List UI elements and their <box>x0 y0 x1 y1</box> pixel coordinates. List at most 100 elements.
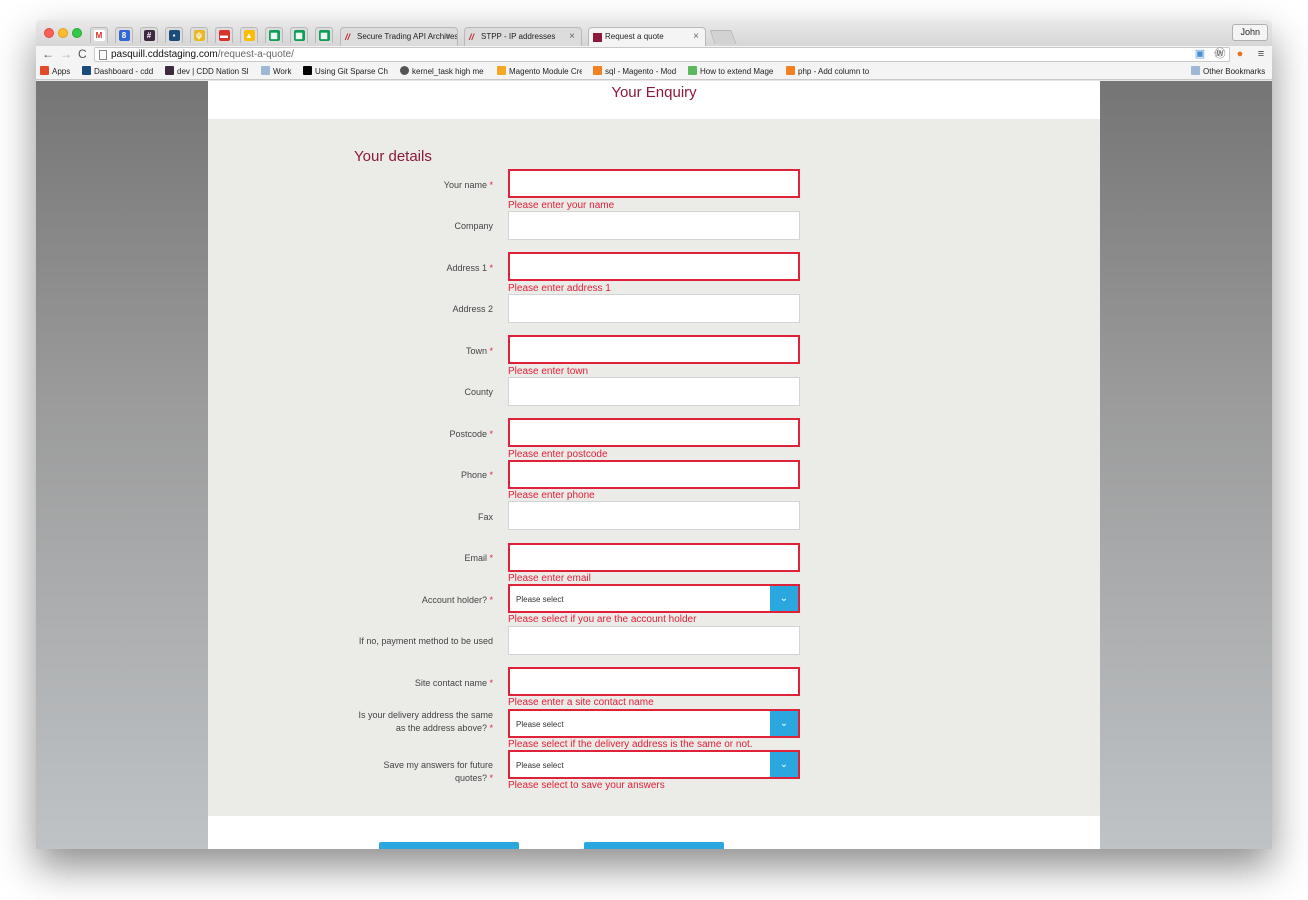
back-icon[interactable]: ← <box>42 47 54 61</box>
close-tab-icon[interactable]: × <box>569 31 575 42</box>
browser-toolbar: ← → C pasquill.cddstaging.com/request-a-… <box>36 46 1272 63</box>
folder-icon <box>261 66 270 75</box>
label-text: Phone <box>460 470 487 480</box>
required-marker: * <box>489 263 493 273</box>
close-tab-icon[interactable]: × <box>445 31 451 42</box>
profile-button[interactable]: John <box>1232 24 1268 41</box>
pinned-tab-sheets-3[interactable]: ▦ <box>315 27 333 43</box>
email-label: Email * <box>464 552 493 565</box>
bookmark-work[interactable]: Work <box>261 66 292 76</box>
label-text: Email <box>464 553 487 563</box>
tab-stpp[interactable]: // STPP - IP addresses × <box>464 27 582 46</box>
phone-label: Phone * <box>461 469 493 482</box>
email-input[interactable] <box>508 543 800 572</box>
bookmark-sql-magento[interactable]: sql - Magento - Mod <box>593 66 678 76</box>
payment-method-label: If no, payment method to be used <box>358 636 493 646</box>
new-tab-button[interactable] <box>709 30 737 44</box>
bookmark-label: How to extend Mage <box>700 67 774 76</box>
delivery-same-label: Is your delivery address the same as the … <box>358 709 493 735</box>
pinned-tab-gmail[interactable]: M <box>90 27 108 43</box>
save-answers-label: Save my answers for future quotes? * <box>383 759 493 785</box>
bookmark-magento-module[interactable]: Magento Module Cre <box>497 66 582 76</box>
stackoverflow-icon <box>593 66 602 75</box>
fax-input[interactable] <box>508 501 800 530</box>
required-marker: * <box>489 346 493 356</box>
save-answers-select[interactable]: Please select ⌄ <box>508 750 800 779</box>
bookmark-label: kernel_task high me <box>412 67 484 76</box>
company-input[interactable] <box>508 211 800 240</box>
name-label: Your name * <box>444 179 493 192</box>
select-value: Please select <box>516 720 564 729</box>
phone-input[interactable] <box>508 460 800 489</box>
bookmark-other[interactable]: Other Bookmarks <box>1191 66 1265 76</box>
pinned-tab-sheets-2[interactable]: ▦ <box>290 27 308 43</box>
bookmark-extend-magento[interactable]: How to extend Mage <box>688 66 774 76</box>
url-path: /request-a-quote/ <box>217 49 294 60</box>
tab-title: Secure Trading API Archives <box>357 32 458 41</box>
stackoverflow-icon <box>786 66 795 75</box>
menu-icon[interactable]: ≡ <box>1254 47 1268 61</box>
reload-icon[interactable]: C <box>78 47 87 61</box>
county-input[interactable] <box>508 377 800 406</box>
label-text: Town <box>465 346 487 356</box>
site-favicon <box>593 33 602 42</box>
pinned-tab-app[interactable]: ψ <box>190 27 208 43</box>
tab-title: STPP - IP addresses <box>481 32 556 41</box>
bookmark-kernel-task[interactable]: kernel_task high me <box>400 66 488 76</box>
red-app-icon: ▬ <box>218 30 230 41</box>
required-marker: * <box>489 723 493 733</box>
delivery-same-select[interactable]: Please select ⌄ <box>508 709 800 738</box>
bookmark-git-sparse[interactable]: Using Git Sparse Ch <box>303 66 391 76</box>
bookmark-dashboard[interactable]: Dashboard - cdd <box>82 66 153 76</box>
apps-grid-icon <box>40 66 49 75</box>
chevron-down-icon[interactable]: ⌄ <box>770 586 798 611</box>
extension-icon[interactable]: ▣ <box>1193 47 1207 61</box>
pinned-tab-calendar[interactable]: 8 <box>115 27 133 43</box>
sheets-icon: ▦ <box>318 30 330 41</box>
footer-button-left[interactable] <box>379 842 519 849</box>
bookmark-label: sql - Magento - Mod <box>605 67 677 76</box>
pinned-tab-drive[interactable]: ▲ <box>240 27 258 43</box>
tab-request-quote[interactable]: Request a quote × <box>588 27 706 47</box>
required-marker: * <box>489 470 493 480</box>
secure-trading-icon: // <box>469 32 475 42</box>
chevron-down-icon[interactable]: ⌄ <box>770 752 798 777</box>
select-value: Please select <box>516 595 564 604</box>
secure-trading-icon: // <box>345 32 351 42</box>
footer-button-right[interactable] <box>584 842 724 849</box>
pinned-tab-red[interactable]: ▬ <box>215 27 233 43</box>
bookmark-dev[interactable]: dev | CDD Nation Sl <box>165 66 255 76</box>
close-tab-icon[interactable]: × <box>693 31 699 42</box>
wordpress-icon[interactable]: Ⓦ <box>1213 47 1227 61</box>
name-input[interactable] <box>508 169 800 198</box>
address1-label: Address 1 * <box>446 262 493 275</box>
bookmark-apps[interactable]: Apps <box>40 66 70 76</box>
gmail-icon: M <box>93 30 105 41</box>
zoom-window-button[interactable] <box>72 28 82 38</box>
site-contact-label: Site contact name * <box>415 677 493 690</box>
color-picker-icon[interactable]: ● <box>1233 47 1247 61</box>
pinned-tab-dashboard[interactable]: ▪ <box>165 27 183 43</box>
town-input[interactable] <box>508 335 800 364</box>
postcode-label: Postcode * <box>449 428 493 441</box>
tab-secure-trading[interactable]: // Secure Trading API Archives × <box>340 27 458 46</box>
bookmark-php-column[interactable]: php - Add column to <box>786 66 872 76</box>
account-holder-select[interactable]: Please select ⌄ <box>508 584 800 613</box>
address1-input[interactable] <box>508 252 800 281</box>
postcode-input[interactable] <box>508 418 800 447</box>
close-window-button[interactable] <box>44 28 54 38</box>
required-marker: * <box>489 429 493 439</box>
bookmark-label: php - Add column to <box>798 67 870 76</box>
address-bar[interactable]: pasquill.cddstaging.com/request-a-quote/… <box>94 47 1230 62</box>
save-answers-error: Please select to save your answers <box>508 780 665 791</box>
pinned-tab-slack[interactable]: # <box>140 27 158 43</box>
required-marker: * <box>489 595 493 605</box>
minimize-window-button[interactable] <box>58 28 68 38</box>
forward-icon[interactable]: → <box>60 47 72 61</box>
address2-input[interactable] <box>508 294 800 323</box>
pinned-tab-sheets-1[interactable]: ▦ <box>265 27 283 43</box>
site-contact-input[interactable] <box>508 667 800 696</box>
payment-method-input[interactable] <box>508 626 800 655</box>
label-text: as the address above? <box>395 723 487 733</box>
chevron-down-icon[interactable]: ⌄ <box>770 711 798 736</box>
